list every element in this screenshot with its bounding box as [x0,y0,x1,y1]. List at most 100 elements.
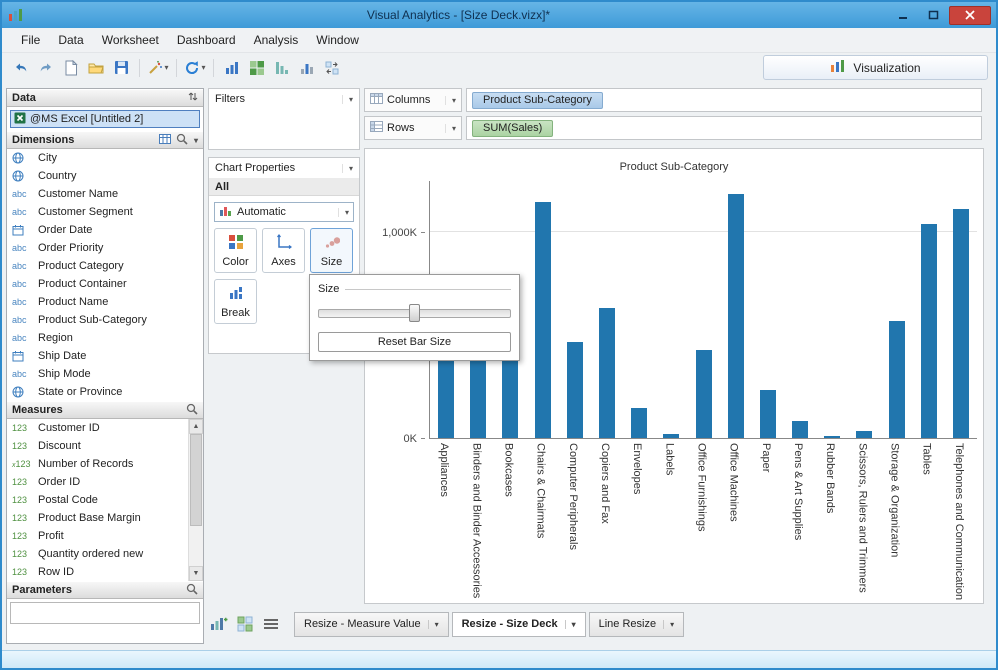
bar-labels[interactable] [663,433,680,438]
dimensions-menu-caret-icon[interactable]: ▾ [194,136,198,145]
sheet-tab-caret-icon[interactable]: ▾ [663,619,674,629]
field-customer-segment[interactable]: abc Customer Segment [7,203,203,221]
bar-copiers-and-fax[interactable] [598,307,615,438]
chart-properties-caret-icon[interactable]: ▾ [341,163,353,173]
menu-worksheet[interactable]: Worksheet [93,30,168,50]
reset-bar-size-button[interactable]: Reset Bar Size [318,332,511,352]
bar-computer-peripherals[interactable] [566,341,583,438]
field-product-sub-category[interactable]: abc Product Sub-Category [7,311,203,329]
bar-chairs-chairmats[interactable] [534,202,551,438]
columns-shelf[interactable]: Product Sub-Category [466,88,982,112]
menu-analysis[interactable]: Analysis [245,30,308,50]
field-row-id[interactable]: 123 Row ID [7,563,188,581]
measures-scrollbar[interactable]: ▲ ▼ [188,419,203,581]
scrollbar-thumb[interactable] [190,434,202,526]
bar-scissors-rulers-and-trimmers[interactable] [856,431,873,438]
data-connection-item[interactable]: @MS Excel [Untitled 2] [10,110,200,128]
bar-chart-icon[interactable] [221,57,243,79]
sheet-tab-resize-measure-value[interactable]: Resize - Measure Value ▾ [294,611,449,637]
field-customer-id[interactable]: 123 Customer ID [7,419,188,437]
search-icon[interactable] [176,133,188,148]
bar-storage-organization[interactable] [888,320,905,438]
new-worksheet-icon[interactable] [208,613,230,635]
close-button[interactable] [949,5,991,25]
new-dashboard-icon[interactable] [234,613,256,635]
field-product-base-margin[interactable]: 123 Product Base Margin [7,509,188,527]
x-axis-label: Paper [759,443,772,473]
save-icon[interactable] [110,57,132,79]
field-product-name[interactable]: abc Product Name [7,293,203,311]
menu-dashboard[interactable]: Dashboard [168,30,245,50]
mark-type-dropdown[interactable]: Automatic ▾ [214,202,354,222]
field-country[interactable]: Country [7,167,203,185]
menu-window[interactable]: Window [307,30,368,50]
bar-tables[interactable] [920,224,937,438]
field-profit[interactable]: 123 Profit [7,527,188,545]
bar-office-furnishings[interactable] [695,349,712,438]
bar-rubber-bands[interactable] [824,435,841,438]
field-city[interactable]: City [7,149,203,167]
axes-button[interactable]: Axes [262,228,305,273]
size-slider[interactable] [318,304,511,322]
rows-shelf[interactable]: SUM(Sales) [466,116,982,140]
columns-dropdown[interactable]: Columns ▾ [364,88,462,112]
color-button[interactable]: Color [214,228,257,273]
bar-office-machines[interactable] [727,194,744,438]
bar-envelopes[interactable] [631,407,648,438]
grid-chart-icon[interactable] [246,57,268,79]
chart-properties-header-label: Chart Properties [215,162,296,174]
field-order-priority[interactable]: abc Order Priority [7,239,203,257]
sheet-tab-line-resize[interactable]: Line Resize ▾ [588,611,685,637]
y-tick-mark [421,438,425,439]
minimize-button[interactable] [889,6,917,25]
format-wand-button[interactable]: ▾ [147,57,169,79]
scroll-down-button[interactable]: ▼ [189,566,203,581]
search-icon[interactable] [186,583,198,598]
field-product-container[interactable]: abc Product Container [7,275,203,293]
size-slider-thumb[interactable] [408,304,420,322]
pill-sum-sales-[interactable]: SUM(Sales) [472,119,554,137]
field-ship-mode[interactable]: abc Ship Mode [7,365,203,383]
field-number-of-records[interactable]: x123 Number of Records [7,455,188,473]
filters-caret-icon[interactable]: ▾ [341,94,353,104]
sheet-tab-caret-icon[interactable]: ▾ [564,619,576,629]
maximize-button[interactable] [919,6,947,25]
menu-data[interactable]: Data [49,30,92,50]
field-order-date[interactable]: Order Date [7,221,203,239]
bar-telephones-and-communication[interactable] [952,209,969,438]
undo-button[interactable] [10,57,32,79]
refresh-button[interactable]: ▾ [184,57,206,79]
visualization-button[interactable]: Visualization [763,55,988,80]
sorted-bars-icon[interactable] [271,57,293,79]
redo-button[interactable] [35,57,57,79]
bar-pens-art-supplies[interactable] [792,420,809,438]
sheet-list-icon[interactable] [260,613,282,635]
field-postal-code[interactable]: 123 Postal Code [7,491,188,509]
sort-connections-icon[interactable] [188,91,198,105]
field-customer-name[interactable]: abc Customer Name [7,185,203,203]
field-discount[interactable]: 123 Discount [7,437,188,455]
field-order-id[interactable]: 123 Order ID [7,473,188,491]
rows-dropdown[interactable]: Rows ▾ [364,116,462,140]
histogram-icon[interactable] [296,57,318,79]
sheet-tab-resize-size-deck[interactable]: Resize - Size Deck ▾ [451,611,586,637]
bar-paper[interactable] [759,389,776,438]
field-state-or-province[interactable]: State or Province [7,383,203,401]
break-button[interactable]: Break [214,279,257,324]
wand-caret-icon: ▾ [164,63,169,72]
swap-rows-columns-icon[interactable] [321,57,343,79]
open-icon[interactable] [85,57,107,79]
pill-product-sub-category[interactable]: Product Sub-Category [472,91,603,109]
field-quantity-ordered-new[interactable]: 123 Quantity ordered new [7,545,188,563]
all-marks-label: All [209,178,359,196]
field-region[interactable]: abc Region [7,329,203,347]
menu-file[interactable]: File [12,30,49,50]
sheet-tab-caret-icon[interactable]: ▾ [427,619,439,629]
scroll-up-button[interactable]: ▲ [189,419,203,434]
size-button[interactable]: Size [310,228,353,273]
view-data-icon[interactable] [158,133,171,148]
search-icon[interactable] [186,403,198,418]
new-workbook-icon[interactable] [60,57,82,79]
field-ship-date[interactable]: Ship Date [7,347,203,365]
field-product-category[interactable]: abc Product Category [7,257,203,275]
